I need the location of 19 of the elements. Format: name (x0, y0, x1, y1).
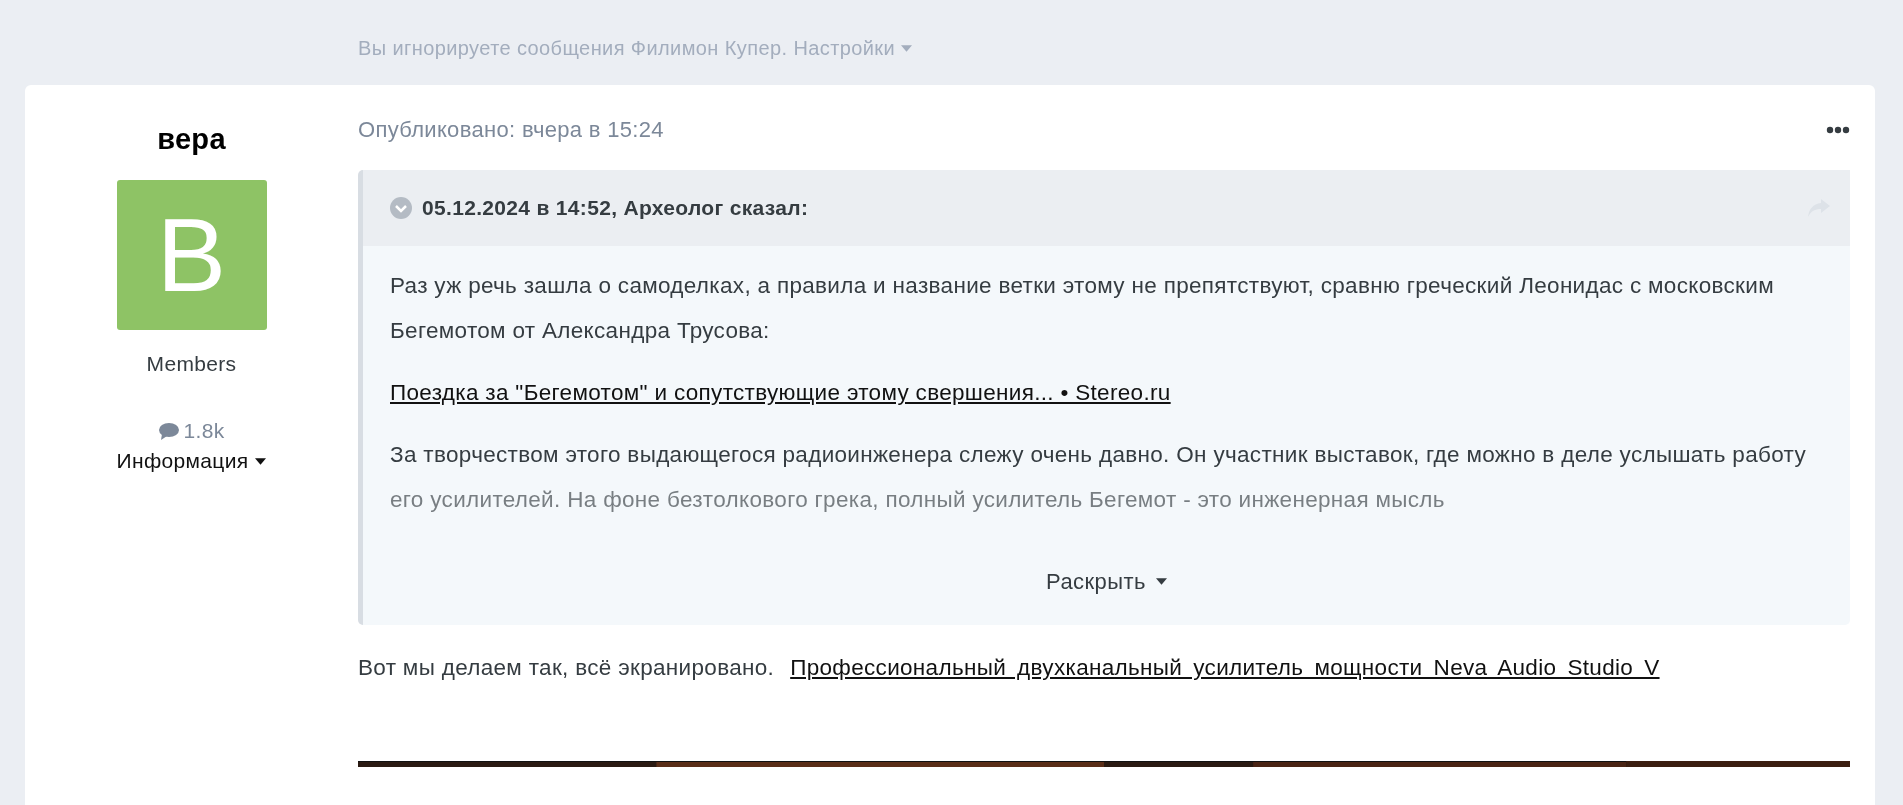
post-text: Вот мы делаем так, всё экранировано. (358, 655, 775, 681)
published-date: Опубликовано: вчера в 15:24 (358, 117, 664, 143)
caret-icon (901, 45, 913, 52)
quote-link[interactable]: Поездка за "Бегемотом" и сопутствующие этому свершения... • Stereo.ru (390, 380, 1171, 405)
info-link[interactable]: Информация (116, 449, 267, 473)
post-count: 1.8k (183, 419, 225, 443)
quote-header: 05.12.2024 в 14:52, Археолог сказал: (422, 196, 810, 220)
member-group: Members (146, 352, 237, 376)
more-icon[interactable] (1826, 126, 1850, 134)
caret-icon (1155, 578, 1167, 585)
quote-paragraph: За творчеством этого выдающегося радиоинженера слежу очень давно. Он участник выставок, где можно в деле услышать работу его усилителей. На фоне безтолкового грека, полный усилитель Бегемот - это инженерная мысль (390, 441, 1808, 514)
caret-icon (255, 457, 267, 465)
ignore-notice: Вы игнорируете сообщения Филимон Купер. (358, 37, 788, 60)
speech-bubble-icon (158, 422, 179, 440)
collapse-icon[interactable] (390, 197, 412, 219)
post-link[interactable]: Профессиональный двухканальный усилитель мощности Neva Audio Studio V (790, 655, 1660, 681)
quote-paragraph: Раз уж речь зашла о самоделках, а правила и название ветки этому не препятствуют, сравню греческий Леонидас с московским Бегемотом от Александра Трусова: (390, 272, 1775, 345)
expand-button[interactable]: Раскрыть (1040, 567, 1173, 596)
author-name[interactable]: вера (157, 123, 226, 156)
